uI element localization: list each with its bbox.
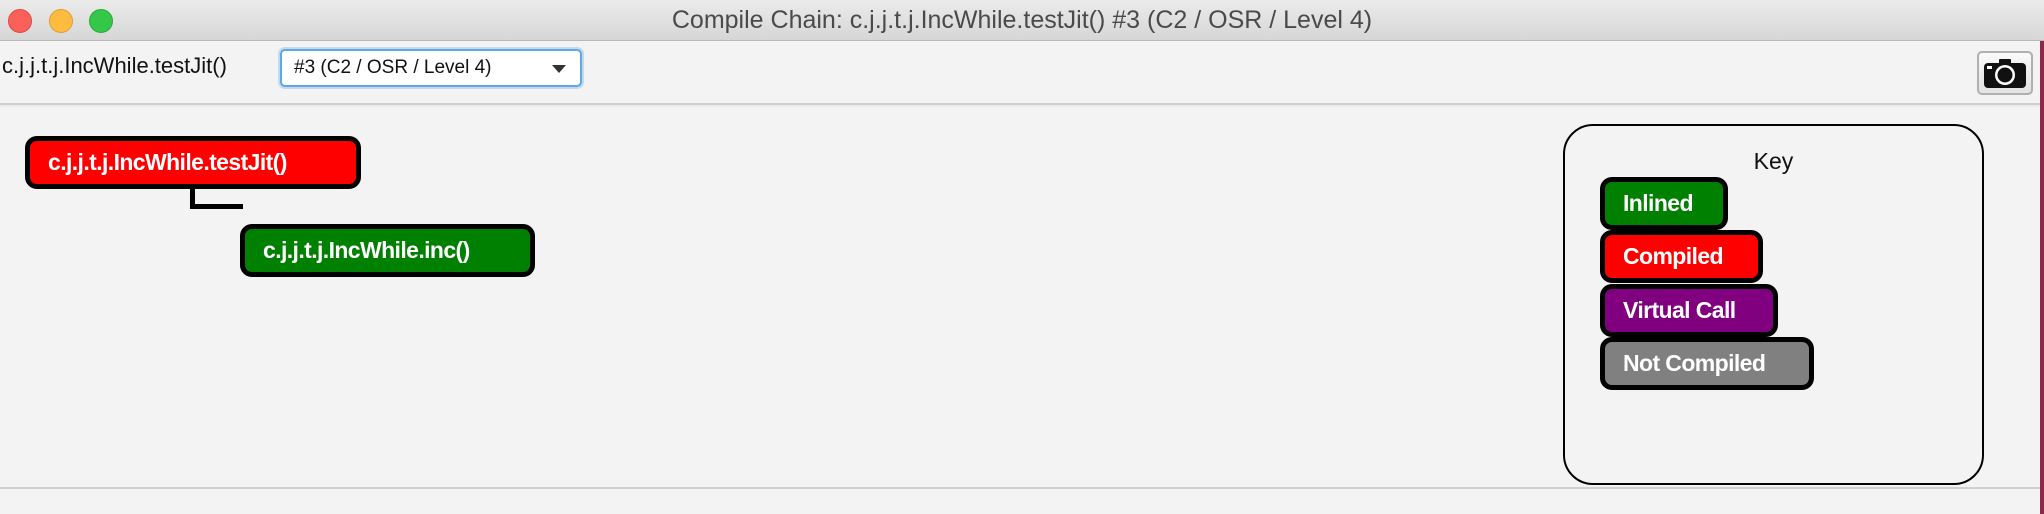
legend-item-not-compiled: Not Compiled: [1600, 337, 1814, 390]
title-bar: Compile Chain: c.j.j.t.j.IncWhile.testJi…: [0, 0, 2044, 41]
compilation-select[interactable]: #3 (C2 / OSR / Level 4): [280, 49, 582, 87]
chain-node-label: c.j.j.t.j.IncWhile.testJit(): [48, 149, 287, 175]
compilation-select-value: #3 (C2 / OSR / Level 4): [294, 57, 492, 78]
compile-chain-canvas: c.j.j.t.j.IncWhile.testJit() c.j.j.t.j.I…: [0, 107, 2044, 487]
chain-node-label: c.j.j.t.j.IncWhile.inc(): [263, 237, 470, 263]
chain-node-root[interactable]: c.j.j.t.j.IncWhile.testJit(): [25, 136, 361, 189]
chevron-down-icon: [552, 65, 566, 73]
legend-item-label: Inlined: [1623, 190, 1694, 216]
camera-icon: [1984, 59, 2026, 88]
window-edge: [2040, 41, 2044, 514]
legend-item-virtual-call: Virtual Call: [1600, 284, 1778, 337]
snapshot-button[interactable]: [1977, 51, 2033, 95]
member-label: c.j.j.t.j.IncWhile.testJit(): [2, 53, 227, 78]
legend-item-compiled: Compiled: [1600, 230, 1763, 283]
legend-title: Key: [1753, 148, 1794, 174]
toolbar: c.j.j.t.j.IncWhile.testJit() #3 (C2 / OS…: [0, 41, 2044, 105]
status-bar: [0, 487, 2044, 514]
chain-connector-horizontal: [190, 204, 243, 209]
legend-item-label: Virtual Call: [1623, 297, 1736, 323]
legend-item-label: Compiled: [1623, 243, 1724, 269]
legend-key: Key Inlined Compiled Virtual Call Not Co…: [1563, 124, 1984, 485]
legend-item-label: Not Compiled: [1623, 350, 1766, 376]
window-title: Compile Chain: c.j.j.t.j.IncWhile.testJi…: [671, 6, 1373, 34]
chain-node-child[interactable]: c.j.j.t.j.IncWhile.inc(): [240, 224, 535, 277]
legend-item-inlined: Inlined: [1600, 177, 1728, 230]
